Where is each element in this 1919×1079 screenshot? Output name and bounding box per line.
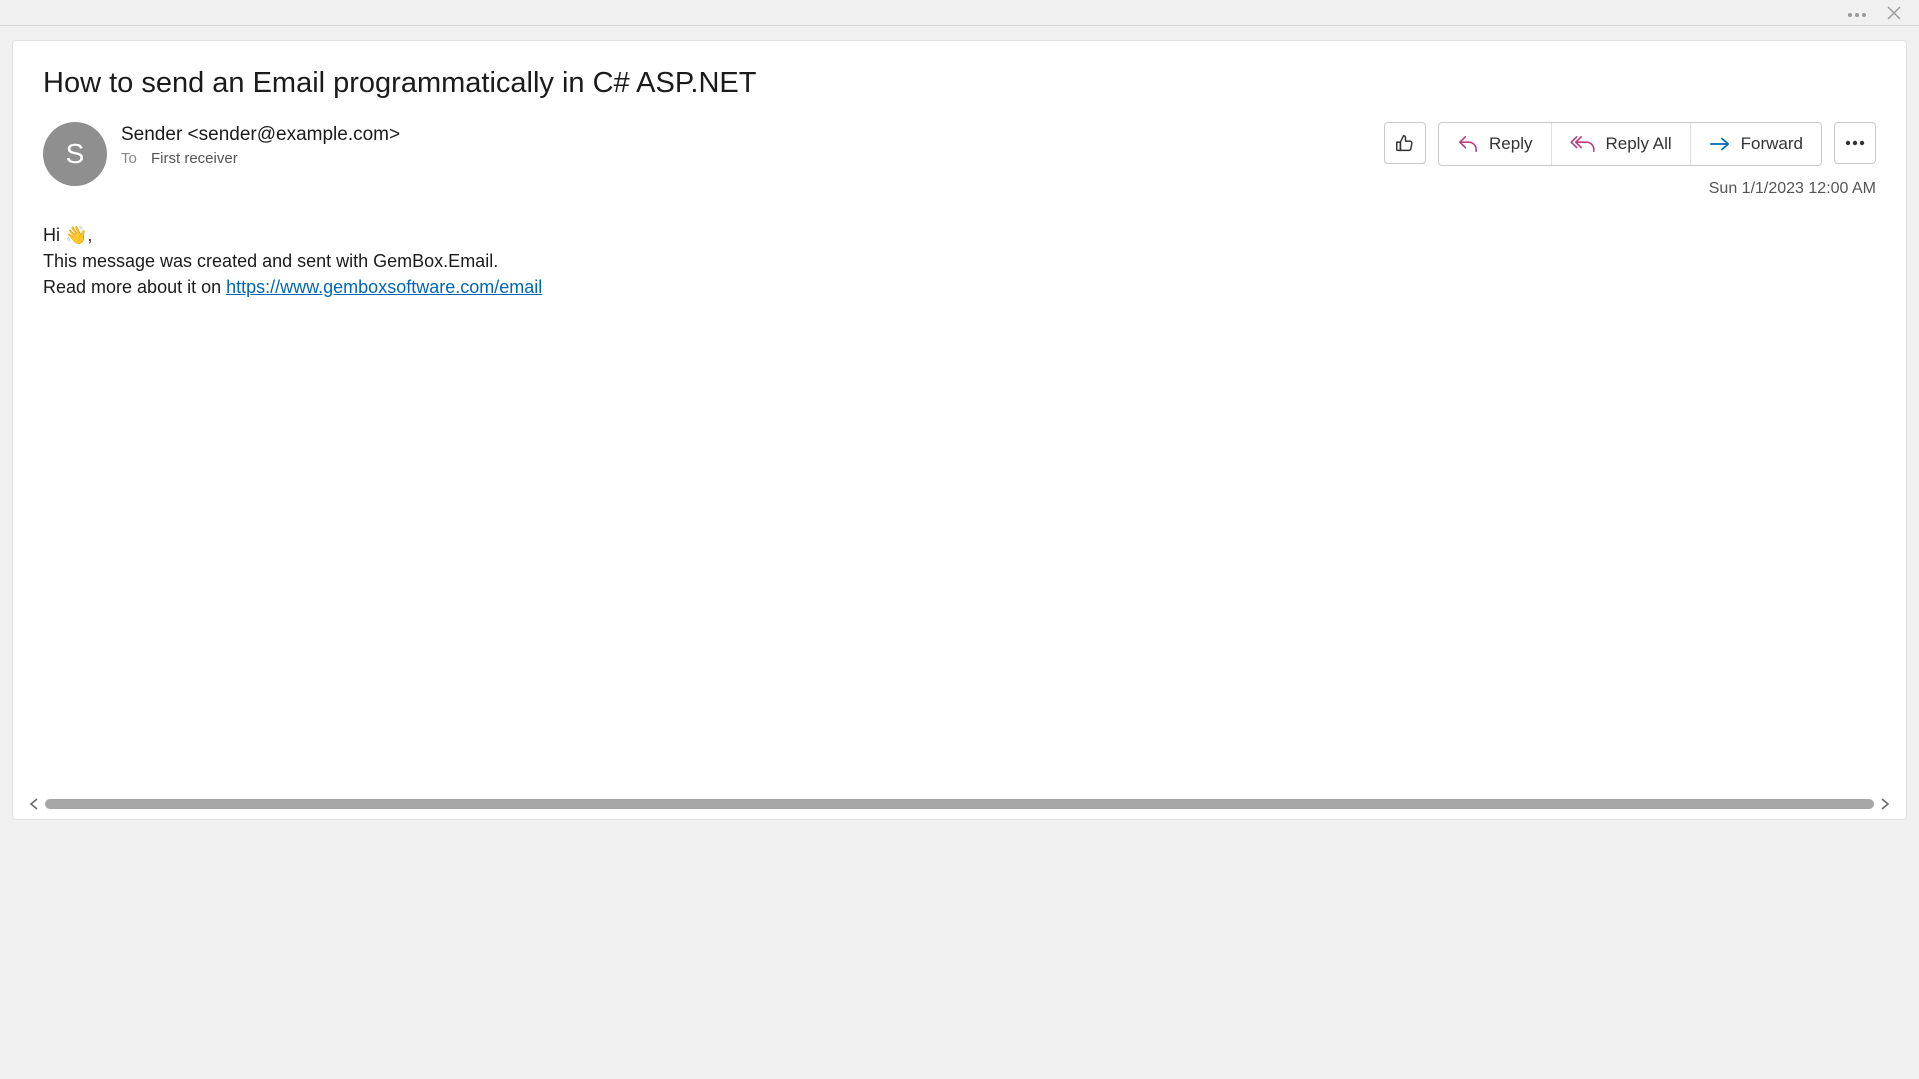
reply-label: Reply <box>1489 134 1532 154</box>
window-titlebar <box>0 0 1919 26</box>
body-line-3: Read more about it on https://www.gembox… <box>43 274 1876 300</box>
window-more-icon[interactable] <box>1847 2 1867 23</box>
forward-label: Forward <box>1741 134 1803 154</box>
email-subject: How to send an Email programmatically in… <box>43 67 1876 100</box>
horizontal-scrollbar[interactable] <box>27 795 1892 813</box>
window-close-button[interactable] <box>1887 6 1911 20</box>
email-timestamp: Sun 1/1/2023 12:00 AM <box>1709 180 1876 198</box>
scrollbar-thumb[interactable] <box>45 799 1874 809</box>
reply-all-label: Reply All <box>1606 134 1672 154</box>
reply-all-icon <box>1570 135 1596 153</box>
message-actions-row: Reply Reply All <box>1384 122 1876 166</box>
scroll-left-icon[interactable] <box>27 797 41 811</box>
body-link[interactable]: https://www.gemboxsoftware.com/email <box>226 277 542 297</box>
sender-avatar[interactable]: S <box>43 122 107 186</box>
reply-all-button[interactable]: Reply All <box>1552 123 1691 165</box>
to-label: To <box>121 150 137 167</box>
email-reading-pane: How to send an Email programmatically in… <box>12 40 1907 820</box>
email-body: Hi 👋, This message was created and sent … <box>43 222 1876 300</box>
thumbs-up-icon <box>1394 132 1416 154</box>
avatar-initial: S <box>66 138 85 170</box>
reply-button[interactable]: Reply <box>1439 123 1551 165</box>
to-value: First receiver <box>151 150 238 167</box>
body-line-2: This message was created and sent with G… <box>43 248 1876 274</box>
more-actions-button[interactable] <box>1834 122 1876 164</box>
reply-icon <box>1457 135 1479 153</box>
forward-arrow-icon <box>1709 137 1731 151</box>
more-horizontal-icon <box>1845 140 1865 146</box>
body-line-1: Hi 👋, <box>43 222 1876 248</box>
sender-line[interactable]: Sender <sender@example.com> <box>121 124 1384 146</box>
like-button[interactable] <box>1384 122 1426 164</box>
reply-forward-group: Reply Reply All <box>1438 122 1822 166</box>
recipients-line[interactable]: To First receiver <box>121 150 1384 167</box>
forward-button[interactable]: Forward <box>1691 123 1821 165</box>
wave-emoji: 👋 <box>65 225 87 245</box>
scroll-right-icon[interactable] <box>1878 797 1892 811</box>
scrollbar-track[interactable] <box>45 799 1874 809</box>
